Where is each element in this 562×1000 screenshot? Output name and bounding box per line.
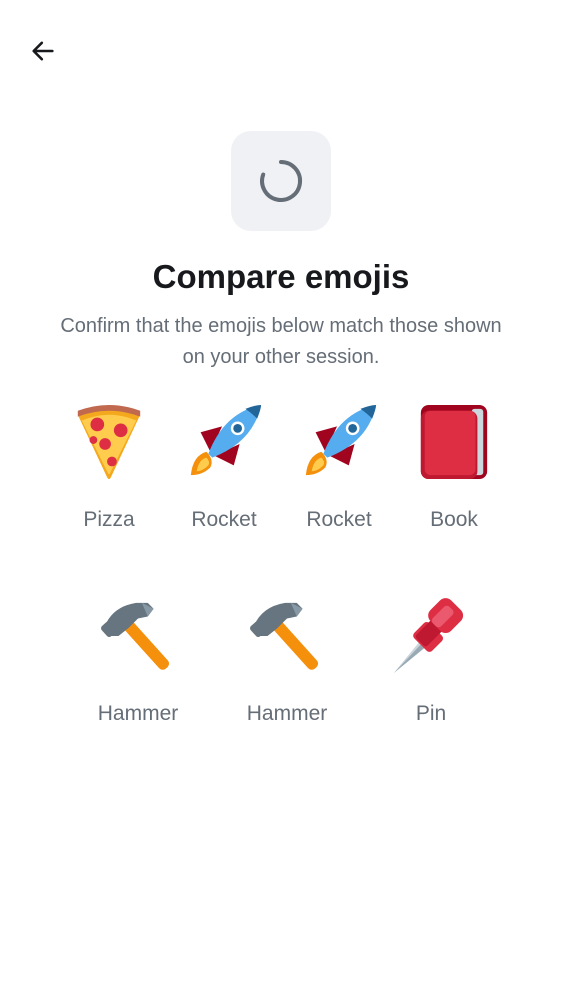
emoji-item-rocket: Rocket <box>284 403 394 533</box>
rocket-icon <box>305 404 377 476</box>
emoji-item-pizza: Pizza <box>54 403 164 533</box>
emoji-item-hammer: Hammer <box>83 597 193 727</box>
emoji-item-book: Book <box>399 403 509 533</box>
emoji-label: Hammer <box>97 702 179 725</box>
page-title: Compare emojis <box>152 258 410 295</box>
emoji-label: Pin <box>415 702 447 725</box>
hammer-icon <box>250 602 319 670</box>
book-icon <box>420 404 488 480</box>
compare-emojis-screen: Compare emojis Confirm that the emojis b… <box>0 0 562 1000</box>
pin-icon <box>393 598 464 674</box>
page-description: Confirm that the emojis below match thos… <box>60 315 502 368</box>
pizza-icon <box>77 404 141 480</box>
hammer-icon <box>101 602 170 670</box>
emoji-item-rocket: Rocket <box>169 403 279 533</box>
emoji-item-hammer: Hammer <box>232 597 342 727</box>
spinner-icon <box>260 159 303 202</box>
emoji-label: Book <box>430 508 478 531</box>
arrow-left-icon <box>32 41 54 61</box>
emoji-label: Rocket <box>191 508 257 531</box>
emoji-label: Rocket <box>306 508 372 531</box>
emoji-label: Pizza <box>83 508 135 531</box>
emoji-label: Hammer <box>246 702 328 725</box>
rocket-icon <box>190 404 262 476</box>
verification-status-tile <box>231 131 331 231</box>
back-button[interactable] <box>22 30 64 72</box>
emoji-item-pin: Pin <box>376 597 486 727</box>
